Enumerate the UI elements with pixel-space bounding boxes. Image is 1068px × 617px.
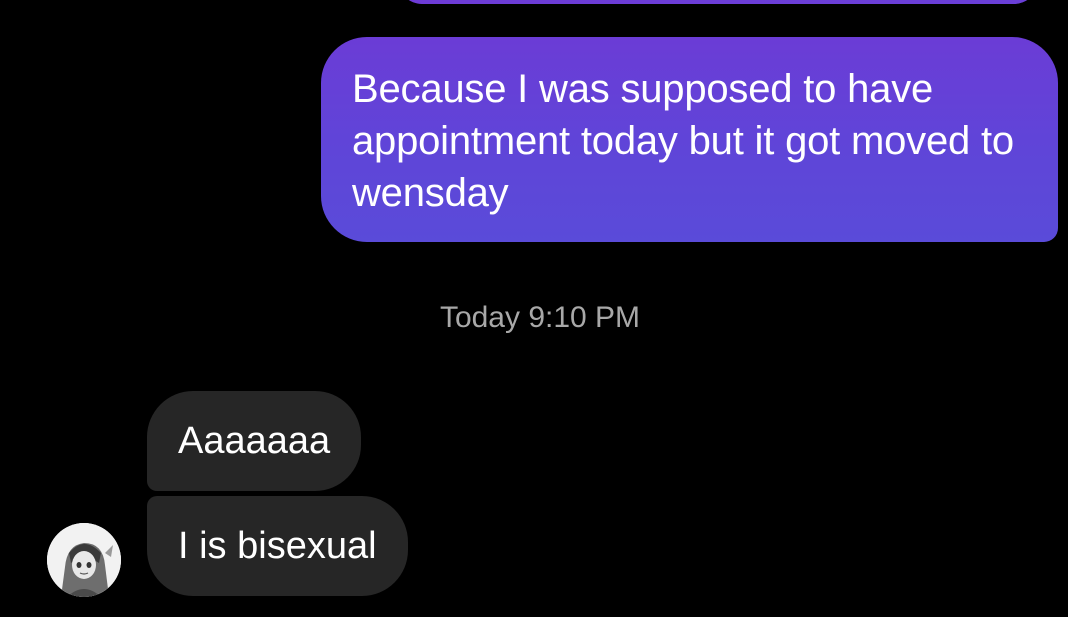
- incoming-message-bubble[interactable]: Aaaaaaa: [147, 391, 362, 491]
- message-timestamp: Today 9:10 PM: [439, 301, 641, 334]
- contact-avatar[interactable]: [47, 523, 121, 597]
- previous-outgoing-message-bubble[interactable]: [398, 0, 1038, 4]
- incoming-message-text: I is bisexual: [178, 525, 377, 567]
- incoming-message-bubble[interactable]: I is bisexual: [147, 496, 408, 596]
- outgoing-message-bubble[interactable]: Because I was supposed to have appointme…: [321, 37, 1058, 242]
- outgoing-message-text: Because I was supposed to have appointme…: [352, 67, 1014, 215]
- incoming-message-text: Aaaaaaa: [178, 420, 331, 462]
- avatar-icon: [47, 523, 121, 597]
